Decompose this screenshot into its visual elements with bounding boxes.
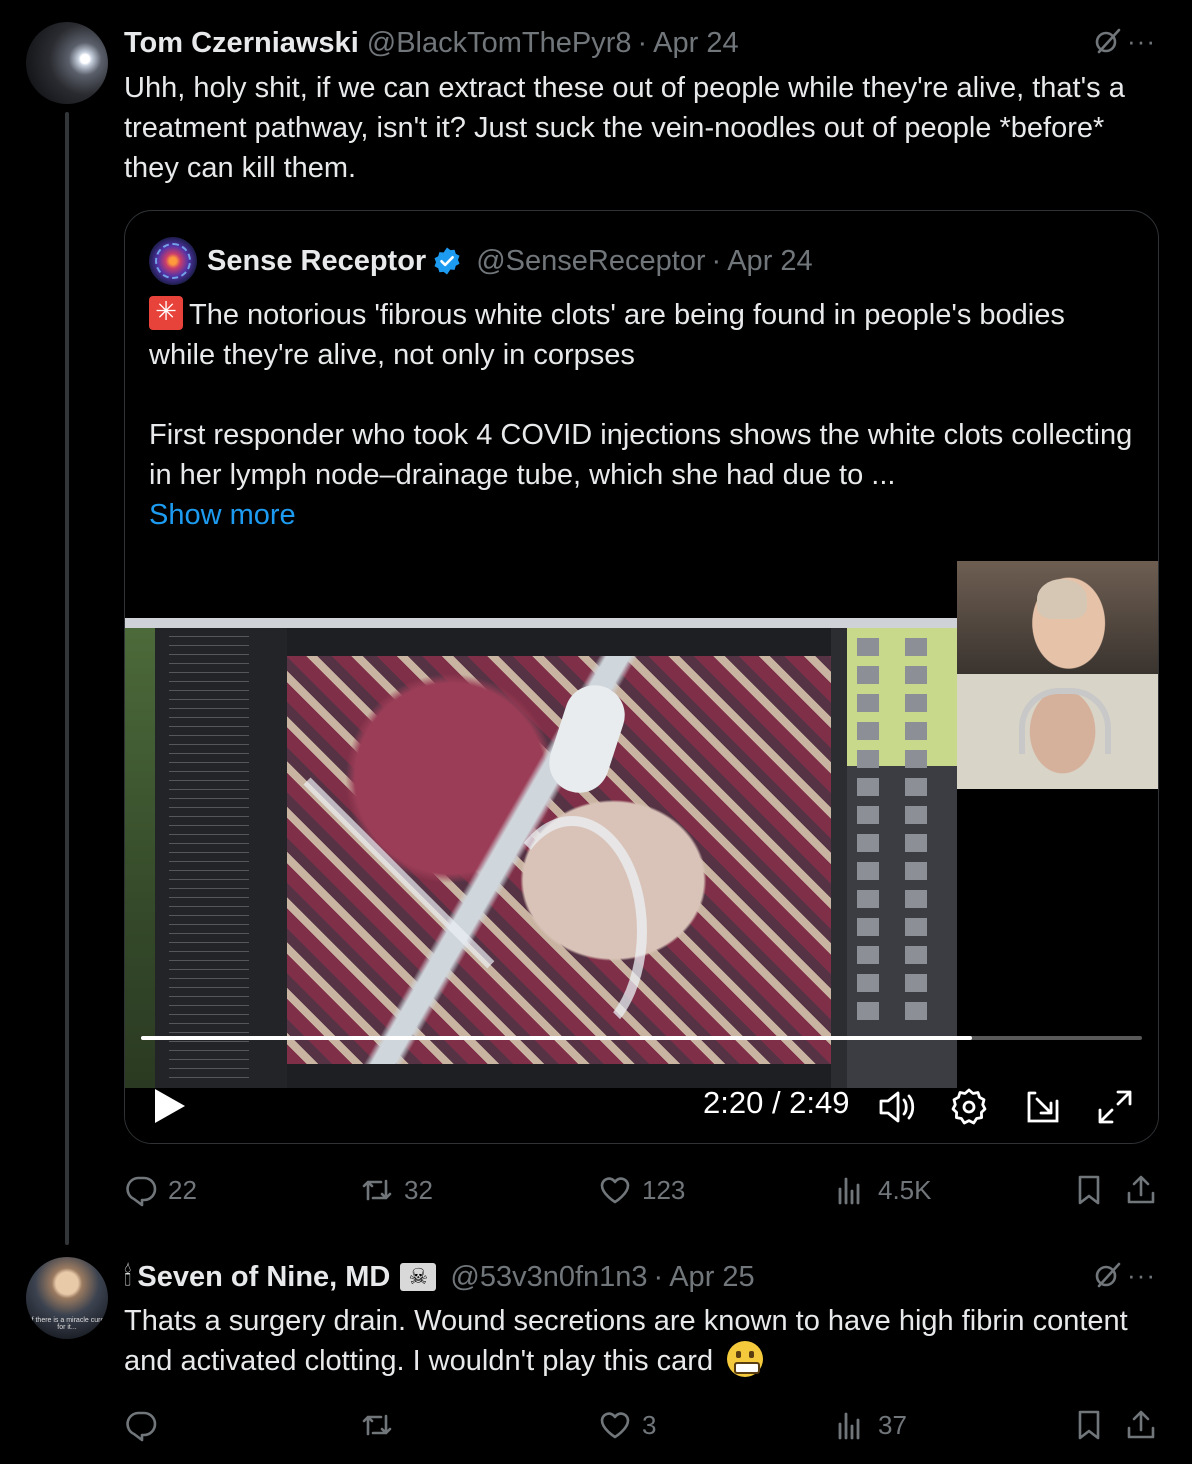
like-count: 3 <box>642 1409 657 1440</box>
desktop-files-panel <box>847 628 957 1088</box>
tweet-tom-czerniawski[interactable]: Tom Czerniawski @BlackTomThePyr8 · Apr 2… <box>0 0 1192 1245</box>
drain-tube-loop <box>497 816 647 1046</box>
tweet-date[interactable]: Apr 25 <box>669 1261 754 1294</box>
desktop-strip <box>125 628 155 1088</box>
like-button[interactable]: 3 <box>598 1405 656 1445</box>
avatar-caption: If there is a miracle cure for it... <box>29 1317 105 1331</box>
settings-icon[interactable] <box>949 1087 989 1127</box>
photos-app-main <box>287 628 831 1088</box>
author-name[interactable]: Seven of Nine, MD <box>137 1261 390 1294</box>
more-options-icon[interactable]: ··· <box>1127 1260 1156 1290</box>
retweet-button[interactable] <box>360 1405 404 1445</box>
views-count: 37 <box>878 1409 907 1440</box>
drain-tube-straight <box>303 777 495 969</box>
video-screen-recording <box>125 618 957 1088</box>
avatar[interactable] <box>26 22 108 104</box>
grok-icon[interactable] <box>1093 1260 1123 1290</box>
pip-icon[interactable] <box>1023 1087 1063 1127</box>
views-count: 4.5K <box>878 1174 932 1205</box>
share-button[interactable] <box>1124 1170 1158 1210</box>
quoted-paragraph-1-text: The notorious 'fibrous white clots' are … <box>149 299 1065 371</box>
verified-icon <box>434 247 460 275</box>
separator-dot: · <box>653 1260 664 1293</box>
share-icon <box>1127 1175 1155 1204</box>
quoted-tweet-text: The notorious 'fibrous white clots' are … <box>149 295 1139 535</box>
retweet-button[interactable]: 32 <box>360 1170 433 1210</box>
separator-dot: · <box>711 244 722 277</box>
retweet-icon <box>362 1179 392 1201</box>
play-icon[interactable] <box>153 1087 187 1125</box>
tweet-text: Thats a surgery drain. Wound secretions … <box>124 1301 1134 1381</box>
photo-drain-tube <box>287 656 831 1064</box>
author-handle[interactable]: @BlackTomThePyr8 <box>367 27 632 60</box>
like-icon <box>600 1412 630 1439</box>
bookmark-button[interactable] <box>1072 1170 1106 1210</box>
show-more-link[interactable]: Show more <box>149 495 1139 535</box>
tweet-header: 🕯 Seven of Nine, MD ☠ @53v3n0fn1n3 · Apr… <box>124 1257 755 1297</box>
separator-dot: · <box>637 26 648 59</box>
quoted-paragraph-2: First responder who took 4 COVID injecti… <box>149 419 1133 491</box>
tweet-action-bar: 3 37 <box>124 1405 1160 1445</box>
video-controls: 2:20 / 2:49 <box>125 1069 1158 1129</box>
video-player[interactable]: 2:20 / 2:49 <box>125 561 1158 1143</box>
share-icon <box>1127 1410 1155 1439</box>
tweet-text-content: Thats a surgery drain. Wound secretions … <box>124 1305 1128 1377</box>
retweet-icon <box>362 1414 392 1436</box>
grimacing-face-emoji-icon <box>727 1341 764 1377</box>
mac-menu-bar <box>125 618 957 628</box>
views-button[interactable]: 4.5K <box>834 1170 932 1210</box>
volume-icon[interactable] <box>877 1087 917 1127</box>
views-icon <box>838 1177 860 1205</box>
tweet-header: Tom Czerniawski @BlackTomThePyr8 · Apr 2… <box>124 23 739 63</box>
views-icon <box>838 1412 860 1440</box>
share-button[interactable] <box>1124 1405 1158 1445</box>
quoted-author-handle[interactable]: @SenseReceptor <box>476 245 705 278</box>
reply-button[interactable]: 22 <box>124 1170 197 1210</box>
reply-button[interactable] <box>124 1405 168 1445</box>
retweet-count: 32 <box>404 1174 433 1205</box>
video-progress-bar[interactable] <box>141 1036 1142 1040</box>
tweet-menu: ··· <box>1093 1260 1156 1290</box>
quoted-tweet-header: Sense Receptor @SenseReceptor · Apr 24 <box>149 237 813 285</box>
thread-connector-line <box>65 112 69 1245</box>
author-name[interactable]: Tom Czerniawski <box>124 27 359 60</box>
tweet-text: Uhh, holy shit, if we can extract these … <box>124 72 1125 184</box>
bookmark-icon <box>1078 1175 1100 1205</box>
author-handle[interactable]: @53v3n0fn1n3 <box>450 1261 647 1294</box>
like-count: 123 <box>642 1174 686 1205</box>
bookmark-icon <box>1078 1410 1100 1440</box>
webcam-feed-2 <box>957 674 1158 789</box>
video-progress-fill <box>141 1036 972 1040</box>
candle-emoji-icon: 🕯 <box>124 1261 132 1291</box>
quoted-author-name[interactable]: Sense Receptor <box>207 245 426 278</box>
tweet-menu: ··· <box>1093 26 1156 56</box>
grok-icon[interactable] <box>1093 26 1123 56</box>
quoted-tweet-date[interactable]: Apr 24 <box>727 245 812 278</box>
quoted-avatar[interactable] <box>149 237 197 285</box>
quoted-tweet-card[interactable]: Sense Receptor @SenseReceptor · Apr 24 T… <box>124 210 1159 1144</box>
siren-emoji-icon <box>149 296 183 330</box>
webcam-feed-1 <box>957 561 1158 674</box>
quoted-paragraph-1: The notorious 'fibrous white clots' are … <box>149 295 1139 375</box>
tweet-date[interactable]: Apr 24 <box>653 27 738 60</box>
tweet-action-bar: 22 32 123 4.5K <box>124 1170 1160 1210</box>
more-options-icon[interactable]: ··· <box>1127 26 1156 56</box>
avatar[interactable]: If there is a miracle cure for it... <box>26 1257 108 1339</box>
views-button[interactable]: 37 <box>834 1405 907 1445</box>
reply-icon <box>126 1411 157 1442</box>
drain-clip <box>541 677 633 801</box>
pirate-flag-icon: ☠ <box>400 1263 437 1291</box>
bookmark-button[interactable] <box>1072 1405 1106 1445</box>
fullscreen-icon[interactable] <box>1095 1087 1135 1127</box>
tweet-seven-of-nine[interactable]: If there is a miracle cure for it... 🕯 S… <box>0 1245 1192 1464</box>
video-time: 2:20 / 2:49 <box>703 1085 850 1120</box>
like-button[interactable]: 123 <box>598 1170 685 1210</box>
photos-app-sidebar <box>155 628 287 1088</box>
like-icon <box>600 1177 630 1204</box>
reply-count: 22 <box>168 1174 197 1205</box>
reply-icon <box>126 1176 157 1207</box>
